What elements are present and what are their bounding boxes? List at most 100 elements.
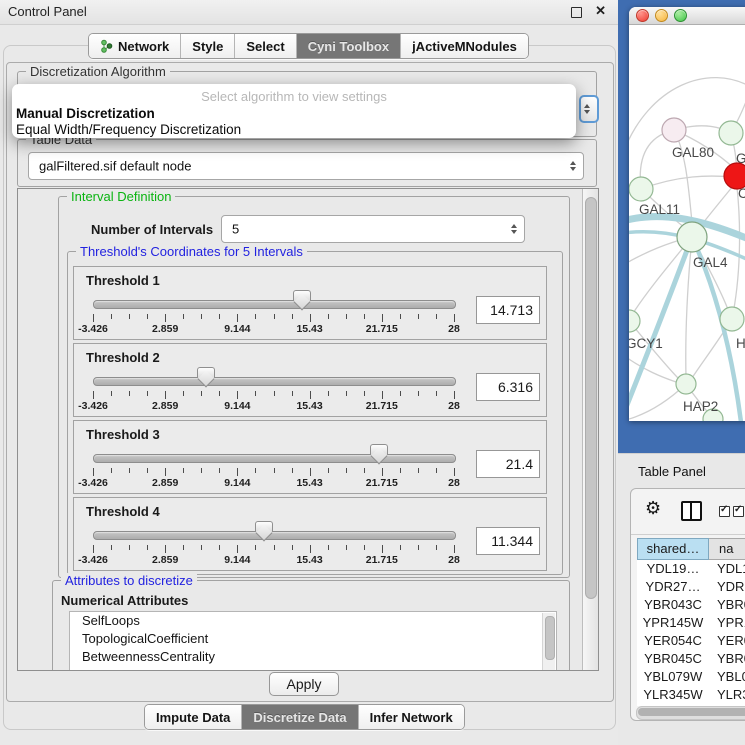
slider-track[interactable] xyxy=(93,454,456,463)
cell-shared-name[interactable]: YBR043C xyxy=(637,596,709,614)
gear-icon[interactable]: ⚙ xyxy=(645,499,661,517)
minimize-window-icon[interactable] xyxy=(655,9,668,22)
tick-mark xyxy=(346,314,347,319)
list-scrollbar[interactable] xyxy=(542,613,555,671)
network-node[interactable] xyxy=(662,118,686,142)
table-rows: YDL19…YDL1YDR27…YDR2YBR043CYBR0YPR145WYP… xyxy=(637,560,745,706)
network-node-label: GAL80 xyxy=(672,145,714,160)
table-row[interactable]: YBR045CYBR0 xyxy=(637,650,745,668)
network-node[interactable] xyxy=(719,121,743,145)
cell-name[interactable]: YDL1 xyxy=(709,560,745,578)
table-row[interactable]: YDR27…YDR2 xyxy=(637,578,745,596)
float-window-icon[interactable] xyxy=(571,7,582,18)
tick-label: -3.426 xyxy=(71,554,115,566)
cell-name[interactable]: YPR1 xyxy=(709,614,745,632)
tick-mark xyxy=(111,391,112,396)
threshold-panel: Threshold 3-3.4262.8599.14415.4321.71528… xyxy=(73,420,547,494)
tab-impute-data[interactable]: Impute Data xyxy=(145,705,241,729)
attribute-list-item[interactable]: SelfLoops xyxy=(70,612,556,630)
cell-name[interactable]: YBL0 xyxy=(709,668,745,686)
tab-jactivemnodules[interactable]: jActiveMNodules xyxy=(400,34,528,58)
cell-shared-name[interactable]: YBR045C xyxy=(637,650,709,668)
slider-thumb[interactable] xyxy=(293,290,311,301)
slider-thumb[interactable] xyxy=(370,444,388,455)
attribute-list-item[interactable]: BetweennessCentrality xyxy=(70,648,556,666)
tick-mark xyxy=(418,545,419,550)
cell-shared-name[interactable]: YER054C xyxy=(637,632,709,650)
slider-thumb[interactable] xyxy=(197,367,215,378)
tick-mark xyxy=(274,314,275,319)
column-header-shared[interactable]: shared… xyxy=(637,538,709,560)
table-row[interactable]: YDL19…YDL1 xyxy=(637,560,745,578)
checkbox-icon[interactable] xyxy=(719,506,730,517)
table-data-combobox[interactable]: galFiltered.sif default node xyxy=(28,152,584,180)
panel-scrollbar-thumb[interactable] xyxy=(585,197,597,599)
table-row[interactable]: YLR345WYLR3 xyxy=(637,686,745,704)
tick-mark xyxy=(93,314,94,322)
slider-track[interactable] xyxy=(93,377,456,386)
network-node[interactable] xyxy=(629,310,640,332)
tick-mark xyxy=(219,545,220,550)
cell-shared-name[interactable]: YDL19… xyxy=(637,560,709,578)
tab-infer-network[interactable]: Infer Network xyxy=(358,705,464,729)
column-header-name[interactable]: na xyxy=(709,538,745,560)
close-window-icon[interactable] xyxy=(636,9,649,22)
tab-discretize-data[interactable]: Discretize Data xyxy=(241,705,357,729)
close-icon[interactable]: ✕ xyxy=(595,3,606,19)
tick-mark xyxy=(111,545,112,550)
tab-style[interactable]: Style xyxy=(180,34,234,58)
split-columns-icon[interactable] xyxy=(681,501,702,521)
tab-select[interactable]: Select xyxy=(234,34,295,58)
threshold-label: Threshold 1 xyxy=(86,273,160,288)
cell-shared-name[interactable]: YLR345W xyxy=(637,686,709,704)
cell-name[interactable]: YBR0 xyxy=(709,650,745,668)
network-node[interactable] xyxy=(629,177,653,201)
list-scrollbar-thumb[interactable] xyxy=(545,616,555,660)
cell-shared-name[interactable]: YBL079W xyxy=(637,668,709,686)
slider-thumb[interactable] xyxy=(255,521,273,532)
interval-definition-group: Interval Definition Number of Intervals … xyxy=(58,196,570,578)
table-row[interactable]: YBL079WYBL0 xyxy=(637,668,745,686)
numerical-attributes-list[interactable]: SelfLoopsTopologicalCoefficientBetweenne… xyxy=(69,611,557,671)
horizontal-scrollbar-thumb[interactable] xyxy=(638,708,745,716)
tab-label: Impute Data xyxy=(156,710,230,725)
attribute-list-item[interactable]: TopologicalCoefficient xyxy=(70,630,556,648)
tick-mark xyxy=(328,314,329,319)
slider-track[interactable] xyxy=(93,300,456,309)
network-node[interactable] xyxy=(720,307,744,331)
network-node[interactable] xyxy=(677,222,707,252)
threshold-value-field[interactable]: 21.4 xyxy=(476,450,540,478)
number-of-intervals-combobox[interactable]: 5 xyxy=(221,215,525,243)
tab-network[interactable]: Network xyxy=(89,34,180,58)
cell-name[interactable]: YER0 xyxy=(709,632,745,650)
table-row[interactable]: YPR145WYPR1 xyxy=(637,614,745,632)
algorithm-combo-spinner[interactable] xyxy=(579,95,599,123)
cell-shared-name[interactable]: YPR145W xyxy=(637,614,709,632)
cell-name[interactable]: YBR0 xyxy=(709,596,745,614)
threshold-value-field[interactable]: 14.713 xyxy=(476,296,540,324)
table-toolbar: ⚙ xyxy=(631,489,745,535)
zoom-window-icon[interactable] xyxy=(674,9,687,22)
apply-button[interactable]: Apply xyxy=(269,672,339,696)
threshold-value-field[interactable]: 11.344 xyxy=(476,527,540,555)
table-row[interactable]: YBR043CYBR0 xyxy=(637,596,745,614)
network-canvas[interactable]: GAL80GACGAL11GAL4GCY1HHAP2 xyxy=(629,25,745,421)
table-row[interactable]: YER054CYER0 xyxy=(637,632,745,650)
slider-track[interactable] xyxy=(93,531,456,540)
threshold-value-field[interactable]: 6.316 xyxy=(476,373,540,401)
horizontal-scrollbar[interactable] xyxy=(636,706,745,720)
panel-scrollbar[interactable] xyxy=(582,189,598,670)
dropdown-option-equal-width[interactable]: Equal Width/Frequency Discretization xyxy=(12,121,576,137)
cell-name[interactable]: YDR2 xyxy=(709,578,745,596)
cell-shared-name[interactable]: YDR27… xyxy=(637,578,709,596)
cell-name[interactable]: YLR3 xyxy=(709,686,745,704)
tab-cyni-toolbox[interactable]: Cyni Toolbox xyxy=(296,34,400,58)
network-node[interactable] xyxy=(676,374,696,394)
threshold-panel: Threshold 4-3.4262.8599.14415.4321.71528… xyxy=(73,497,547,571)
tick-mark xyxy=(165,314,166,322)
dropdown-option-manual[interactable]: Manual Discretization xyxy=(12,104,576,121)
tick-mark xyxy=(328,545,329,550)
tick-mark xyxy=(201,314,202,319)
checkbox-icon[interactable] xyxy=(733,506,744,517)
network-node-label: C xyxy=(738,186,745,201)
